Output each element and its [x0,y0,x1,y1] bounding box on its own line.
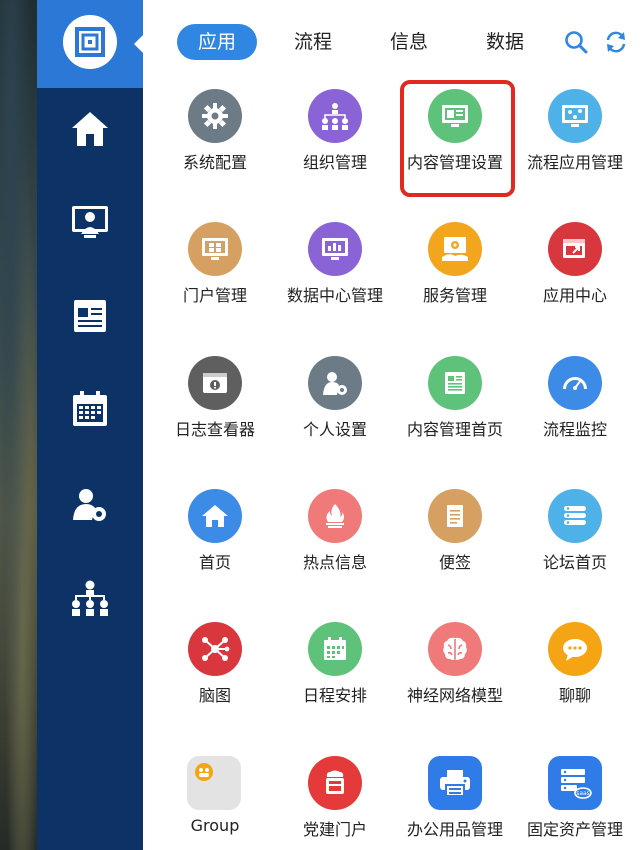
app-label: Group [190,816,240,835]
app-chat[interactable]: 聊聊 [515,622,635,732]
org-chart-icon [72,580,108,616]
notepad-icon [428,489,482,543]
app-hot-info[interactable]: 热点信息 [275,489,395,599]
app-label: 服务管理 [422,286,487,305]
content-home-icon [428,356,482,410]
app-schedule[interactable]: 日程安排 [275,622,395,732]
selection-highlight [400,80,515,197]
app-content-home[interactable]: 内容管理首页 [395,356,515,466]
app-label: 脑图 [198,686,231,705]
sidebar-logo-area [37,0,143,88]
app-fixed-assets[interactable]: saas 固定资产管理 [515,756,635,850]
app-portal-management[interactable]: 门户管理 [155,222,275,332]
app-notepad[interactable]: 便签 [395,489,515,599]
sidebar-item-home[interactable] [37,97,143,161]
brain-icon [428,622,482,676]
app-label: 固定资产管理 [526,820,623,839]
app-neural-network[interactable]: 神经网络模型 [395,622,515,732]
app-label: 应用中心 [542,286,607,305]
org-icon [308,89,362,143]
party-portal-icon [308,756,362,810]
home-icon [72,112,108,146]
sidebar [37,0,143,850]
group-icon [187,756,241,810]
tab-flow[interactable]: 流程 [273,24,353,60]
app-label: 热点信息 [302,553,367,572]
sidebar-item-calendar[interactable] [37,377,143,441]
user-settings-icon [73,489,106,521]
app-label: 首页 [198,553,231,572]
gauge-icon [548,356,602,410]
app-flow-monitor[interactable]: 流程监控 [515,356,635,466]
news-icon [74,300,106,332]
app-label: 组织管理 [302,153,367,172]
gear-icon [188,89,242,143]
app-party-portal[interactable]: 党建门户 [275,756,395,850]
app-label: 便签 [438,553,471,572]
app-org-management[interactable]: 组织管理 [275,89,395,199]
tab-data[interactable]: 数据 [465,24,545,60]
sidebar-item-organization[interactable] [37,566,143,630]
app-office-supplies[interactable]: 办公用品管理 [395,756,515,850]
server-saas-icon: saas [548,756,602,810]
app-group[interactable]: Group [155,756,275,850]
app-homepage[interactable]: 首页 [155,489,275,599]
app-personal-settings[interactable]: 个人设置 [275,356,395,466]
tab-info[interactable]: 信息 [369,24,449,60]
hotspot-icon [308,489,362,543]
monitor-user-icon [72,206,108,238]
app-system-config[interactable]: 系统配置 [155,89,275,199]
background-image [0,0,37,850]
active-caret [134,35,143,53]
app-label: 内容管理首页 [406,420,503,439]
schedule-icon [308,622,362,676]
app-label: 门户管理 [182,286,247,305]
logo-icon[interactable] [63,15,117,69]
printer-icon [428,756,482,810]
app-label: 办公用品管理 [406,820,503,839]
portal-icon [188,222,242,276]
app-log-viewer[interactable]: 日志查看器 [155,356,275,466]
sidebar-item-desktop[interactable] [37,190,143,254]
app-label: 系统配置 [182,153,247,172]
app-label: 流程监控 [542,420,607,439]
data-center-icon [308,222,362,276]
app-flow-app-management[interactable]: 流程应用管理 [515,89,635,199]
log-viewer-icon [188,356,242,410]
sidebar-item-news[interactable] [37,284,143,348]
calendar-icon [73,391,107,426]
app-service-management[interactable]: 服务管理 [395,222,515,332]
app-label: 论坛首页 [542,553,607,572]
app-launcher: 应用 流程 信息 数据 系统配置 组织管理 内容管理设置 流程应用管理 门户管理… [0,0,642,850]
refresh-icon[interactable] [603,29,629,55]
tab-apps[interactable]: 应用 [177,24,257,60]
top-tab-bar: 应用 流程 信息 数据 [143,0,642,84]
search-icon[interactable] [563,29,589,55]
service-icon [428,222,482,276]
app-label: 日程安排 [302,686,367,705]
flow-app-icon [548,89,602,143]
sidebar-item-user-settings[interactable] [37,474,143,538]
mindmap-icon [188,622,242,676]
app-label: 日志查看器 [174,420,255,439]
app-label: 聊聊 [558,686,591,705]
home-icon [188,489,242,543]
app-label: 个人设置 [302,420,367,439]
app-label: 神经网络模型 [406,686,503,705]
app-center-icon [548,222,602,276]
app-app-center[interactable]: 应用中心 [515,222,635,332]
app-data-center[interactable]: 数据中心管理 [275,222,395,332]
chat-icon [548,622,602,676]
svg-text:saas: saas [576,790,590,797]
app-mindmap[interactable]: 脑图 [155,622,275,732]
forum-icon [548,489,602,543]
app-label: 党建门户 [302,820,367,839]
app-label: 流程应用管理 [526,153,623,172]
app-label: 数据中心管理 [286,286,383,305]
app-forum-home[interactable]: 论坛首页 [515,489,635,599]
personal-settings-icon [308,356,362,410]
